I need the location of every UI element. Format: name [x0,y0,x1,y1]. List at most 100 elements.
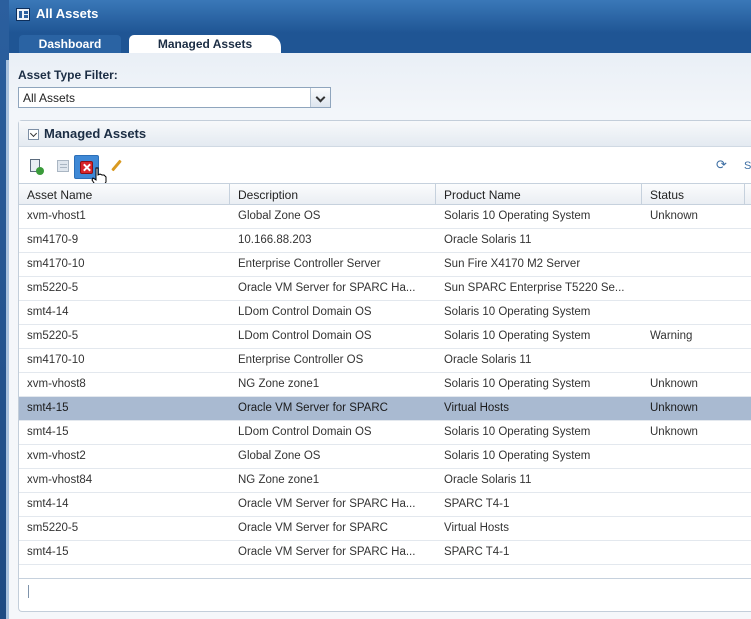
cell-product-name: Oracle Solaris 11 [444,234,532,246]
cell-description: Global Zone OS [238,450,321,462]
window-title: All Assets [36,6,99,21]
refresh-icon[interactable] [716,157,728,173]
tab-bar: Dashboard Managed Assets [9,33,751,53]
cell-description: Oracle VM Server for SPARC [238,402,388,414]
cell-product-name: Solaris 10 Operating System [444,378,591,390]
cell-product-name: Virtual Hosts [444,522,509,534]
cell-product-name: Sun SPARC Enterprise T5220 Se... [444,282,625,294]
table-row[interactable]: smt4-15 LDom Control Domain OS Solaris 10 … [19,421,751,445]
cell-description: Enterprise Controller OS [238,354,364,366]
table-row[interactable]: smt4-14 LDom Control Domain OS Solaris 10 … [19,301,751,325]
footer-caret [28,585,29,598]
collapse-toggle-icon[interactable] [28,129,39,140]
cell-asset-name: sm4170-9 [27,234,79,246]
cell-asset-name: sm4170-10 [27,354,85,366]
cell-asset-name: xvm-vhost84 [27,474,93,486]
cell-status [642,277,745,300]
cell-status [642,229,745,252]
cell-asset-name: smt4-15 [27,546,69,558]
cell-status: Unknown [650,378,698,390]
cell-description: Oracle VM Server for SPARC [238,522,388,534]
cell-description: Oracle VM Server for SPARC Ha... [238,546,416,558]
table-header: Asset Name Description Product Name Stat… [19,183,751,205]
cell-asset-name: smt4-14 [27,498,69,510]
table-row[interactable]: xvm-vhost2 Global Zone OS Solaris 10 Opera… [19,445,751,469]
tab-managed-assets[interactable]: Managed Assets [129,35,281,53]
cell-description: NG Zone zone1 [238,378,320,390]
panel-title: Managed Assets [44,126,147,141]
cell-asset-name: smt4-15 [27,402,69,414]
table-body: xvm-vhost1 Global Zone OS Solaris 10 Opera… [19,205,751,565]
window-left-edge [0,0,9,619]
cell-status [642,493,745,516]
cell-product-name: Solaris 10 Operating System [444,306,591,318]
chevron-down-icon[interactable] [310,88,330,107]
cell-asset-name: smt4-15 [27,426,69,438]
cell-description: LDom Control Domain OS [238,330,372,342]
cell-description: Oracle VM Server for SPARC Ha... [238,282,416,294]
table-row[interactable]: smt4-15 Oracle VM Server for SPARC Ha... S… [19,541,751,565]
cell-product-name: Solaris 10 Operating System [444,330,591,342]
toolbar-more-label[interactable]: S [744,160,751,172]
cell-product-name: Sun Fire X4170 M2 Server [444,258,581,270]
table-row[interactable]: sm5220-5 LDom Control Domain OS Solaris 10… [19,325,751,349]
edit-list-icon[interactable] [54,158,72,176]
cell-product-name: Solaris 10 Operating System [444,426,591,438]
cell-status: Unknown [650,210,698,222]
cell-status [642,517,745,540]
cell-asset-name: xvm-vhost1 [27,210,86,222]
table-row[interactable]: xvm-vhost8 NG Zone zone1 Solaris 10 Operat… [19,373,751,397]
cell-status [642,445,745,468]
column-header-product-name[interactable]: Product Name [436,184,642,205]
cell-product-name: SPARC T4-1 [444,498,510,510]
asset-type-filter-select[interactable]: All Assets [18,87,331,108]
cell-asset-name: sm4170-10 [27,258,85,270]
grid-window-icon [16,8,30,21]
table-row[interactable]: sm5220-5 Oracle VM Server for SPARC Virtua… [19,517,751,541]
table-row[interactable]: sm4170-9 10.166.88.203 Oracle Solaris 11 [19,229,751,253]
assets-table: Asset Name Description Product Name Stat… [19,183,751,565]
cell-description: Global Zone OS [238,210,321,222]
cell-description: 10.166.88.203 [238,234,312,246]
column-header-description[interactable]: Description [230,184,436,205]
cell-status [642,349,745,372]
edit-pencil-icon[interactable] [108,158,126,176]
cell-status [642,541,745,564]
table-row[interactable]: xvm-vhost1 Global Zone OS Solaris 10 Opera… [19,205,751,229]
add-asset-icon[interactable] [27,158,45,176]
table-row[interactable]: sm4170-10 Enterprise Controller OS Oracle … [19,349,751,373]
table-footer [19,578,751,603]
column-menu-icon[interactable]: ⌄ [745,184,751,205]
cell-status: Unknown [650,402,698,414]
cell-product-name: Solaris 10 Operating System [444,450,591,462]
tab-dashboard[interactable]: Dashboard [19,35,121,53]
cell-product-name: Solaris 10 Operating System [444,210,591,222]
cell-description: Oracle VM Server for SPARC Ha... [238,498,416,510]
cell-status [642,301,745,324]
cell-status: Unknown [650,426,698,438]
cell-asset-name: xvm-vhost8 [27,378,86,390]
cell-asset-name: smt4-14 [27,306,69,318]
cell-asset-name: sm5220-5 [27,330,79,342]
cell-description: LDom Control Domain OS [238,306,372,318]
table-row[interactable]: smt4-14 Oracle VM Server for SPARC Ha... S… [19,493,751,517]
cell-product-name: Oracle Solaris 11 [444,474,532,486]
cell-product-name: Oracle Solaris 11 [444,354,532,366]
assets-toolbar: S [19,155,751,187]
cell-status [642,469,745,492]
window-title-bar: All Assets [9,0,751,33]
cell-asset-name: xvm-vhost2 [27,450,86,462]
column-header-asset-name[interactable]: Asset Name [19,184,230,205]
main-content: Asset Type Filter: All Assets Managed As… [9,53,751,619]
table-row[interactable]: xvm-vhost84 NG Zone zone1 Oracle Solaris 1… [19,469,751,493]
cell-status [642,253,745,276]
table-row[interactable]: smt4-15 Oracle VM Server for SPARC Virtual… [19,397,751,421]
table-row[interactable]: sm5220-5 Oracle VM Server for SPARC Ha...… [19,277,751,301]
cell-product-name: Virtual Hosts [444,402,509,414]
cell-status: Warning [650,330,693,342]
column-header-status[interactable]: Status [642,184,745,205]
cell-asset-name: sm5220-5 [27,522,79,534]
asset-type-filter-value: All Assets [23,91,76,105]
cell-description: Enterprise Controller Server [238,258,381,270]
table-row[interactable]: sm4170-10 Enterprise Controller Server Sun… [19,253,751,277]
